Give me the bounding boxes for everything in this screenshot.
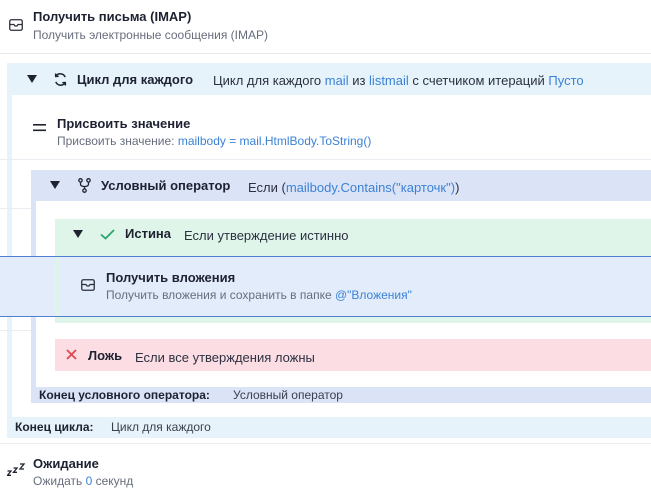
false-branch-block[interactable]: Ложь Если все утверждения ложны bbox=[55, 339, 651, 371]
branch-fork-icon bbox=[76, 177, 92, 193]
loop-item-var: mail bbox=[324, 73, 349, 88]
wait-subtitle: Ожидать 0 секунд bbox=[33, 474, 133, 488]
end-if-value: Условный оператор bbox=[233, 388, 343, 402]
loop-counter-text: с счетчиком итераций bbox=[408, 73, 549, 88]
if-cond-prefix: Если ( bbox=[248, 180, 286, 195]
wait-title: Ожидание bbox=[33, 456, 99, 471]
check-icon bbox=[99, 227, 115, 241]
if-condition-expr: mailbody.Contains("карточк") bbox=[285, 180, 456, 195]
step-assign[interactable]: Присвоить значение Присвоить значение: m… bbox=[12, 106, 651, 156]
attachments-title: Получить вложения bbox=[106, 270, 236, 285]
step-wait[interactable]: Ожидание Ожидать 0 секунд bbox=[0, 444, 651, 489]
envelope-icon bbox=[8, 17, 24, 33]
triangle-down-icon[interactable] bbox=[49, 179, 61, 191]
divider bbox=[0, 208, 31, 209]
loop-in-word: из bbox=[348, 73, 370, 88]
assign-expression: mailbody = mail.HtmlBody.ToString() bbox=[177, 134, 372, 148]
end-loop-label: Конец цикла: bbox=[15, 420, 94, 434]
envelope-icon bbox=[80, 277, 96, 293]
assign-title: Присвоить значение bbox=[57, 116, 191, 131]
divider bbox=[0, 159, 651, 160]
foreach-loop-header[interactable]: Цикл для каждого Цикл для каждого mail и… bbox=[7, 63, 651, 95]
loop-title: Цикл для каждого bbox=[77, 72, 194, 87]
triangle-down-icon[interactable] bbox=[26, 73, 38, 85]
wait-subtitle-prefix: Ожидать bbox=[33, 474, 86, 488]
if-cond-suffix: ) bbox=[455, 180, 460, 195]
step-subtitle: Получить электронные сообщения (IMAP) bbox=[33, 28, 268, 42]
x-icon bbox=[64, 347, 78, 361]
loop-description: Цикл для каждого mail из listmail с счет… bbox=[213, 73, 584, 88]
divider bbox=[0, 53, 651, 54]
attachments-left-edge bbox=[55, 257, 60, 316]
attachments-subtitle-prefix: Получить вложения и сохранить в папке bbox=[106, 288, 335, 302]
attachments-subtitle: Получить вложения и сохранить в папке @"… bbox=[106, 288, 412, 302]
assign-subtitle-prefix: Присвоить значение: bbox=[57, 134, 178, 148]
loop-counter-value: Пусто bbox=[548, 73, 584, 88]
true-title: Истина bbox=[125, 226, 172, 241]
if-condition: Если (mailbody.Contains("карточк")) bbox=[248, 180, 459, 195]
true-desc: Если утверждение истинно bbox=[184, 228, 349, 243]
end-if-label: Конец условного оператора: bbox=[39, 388, 210, 402]
if-title: Условный оператор bbox=[101, 178, 231, 193]
loop-desc-prefix: Цикл для каждого bbox=[213, 73, 325, 88]
loop-arrows-icon bbox=[52, 71, 68, 87]
end-if-footer: Конец условного оператора: Условный опер… bbox=[31, 387, 651, 403]
step-get-mail-imap[interactable]: Получить письма (IMAP) Получить электрон… bbox=[0, 0, 651, 53]
false-desc: Если все утверждения ложны bbox=[135, 350, 315, 365]
end-loop-footer: Конец цикла: Цикл для каждого bbox=[7, 417, 651, 438]
step-title: Получить письма (IMAP) bbox=[33, 9, 192, 24]
equals-icon bbox=[32, 122, 46, 134]
if-header[interactable]: Условный оператор Если (mailbody.Contain… bbox=[31, 170, 651, 201]
true-branch-header[interactable]: Истина Если утверждение истинно bbox=[55, 219, 651, 249]
step-get-attachments[interactable]: Получить вложения Получить вложения и со… bbox=[0, 256, 651, 317]
wait-subtitle-suffix: секунд bbox=[92, 474, 134, 488]
assign-subtitle: Присвоить значение: mailbody = mail.Html… bbox=[57, 134, 371, 148]
end-loop-value: Цикл для каждого bbox=[111, 420, 211, 434]
loop-list-var: listmail bbox=[369, 73, 409, 88]
attachments-folder: @"Вложения" bbox=[334, 288, 412, 302]
false-title: Ложь bbox=[88, 348, 123, 363]
triangle-down-icon[interactable] bbox=[72, 228, 84, 240]
sleep-zzz-icon bbox=[6, 461, 26, 477]
